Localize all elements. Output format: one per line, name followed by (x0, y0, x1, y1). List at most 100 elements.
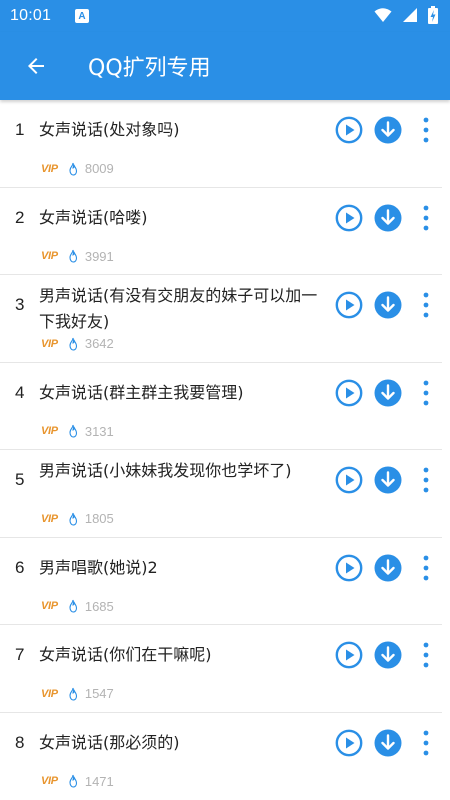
vip-badge: VIP (41, 775, 58, 787)
vip-badge: VIP (41, 337, 58, 350)
more-options-button[interactable] (418, 553, 434, 583)
item-title: 男声唱歌(她说)2 (39, 557, 158, 577)
more-vert-icon (423, 467, 429, 493)
more-options-button[interactable] (418, 728, 434, 758)
play-count: 3991 (84, 248, 114, 264)
audio-list: 1 女声说话(处对象吗) VIP 8009 2 女声说话(哈喽) VIP 399… (0, 100, 450, 800)
flame-icon (69, 512, 77, 526)
play-button[interactable] (335, 466, 363, 494)
play-count: 1471 (84, 773, 114, 789)
item-meta: VIP 3642 (41, 336, 114, 351)
list-item[interactable]: 2 女声说话(哈喽) VIP 3991 (0, 188, 442, 275)
page-title: QQ扩列专用 (88, 56, 211, 81)
more-vert-icon (423, 642, 429, 668)
flame-icon (69, 162, 77, 176)
item-meta: VIP 1547 (41, 686, 114, 701)
item-index: 5 (15, 470, 25, 489)
vip-badge: VIP (41, 162, 58, 175)
item-title: 女声说话(你们在干嘛呢) (39, 645, 212, 664)
play-button[interactable] (335, 291, 363, 319)
more-options-button[interactable] (418, 465, 434, 495)
download-button[interactable] (374, 466, 402, 494)
item-index: 6 (15, 557, 25, 577)
item-actions (335, 378, 442, 408)
item-index: 3 (15, 295, 25, 314)
play-count: 8009 (84, 161, 114, 176)
item-title: 女声说话(处对象吗) (39, 120, 180, 139)
play-count: 3642 (84, 336, 114, 351)
play-button[interactable] (335, 641, 363, 669)
flame-icon (69, 337, 77, 351)
list-item[interactable]: 4 女声说话(群主群主我要管理) VIP 3131 (0, 363, 442, 450)
item-index: 1 (15, 120, 25, 139)
item-meta: VIP 1805 (41, 511, 114, 526)
status-bar: 10:01 A (0, 0, 450, 32)
more-options-button[interactable] (418, 378, 434, 408)
flame-icon (69, 774, 77, 788)
item-meta: VIP 1471 (41, 774, 114, 789)
flame-icon (69, 249, 77, 263)
item-actions (335, 728, 442, 758)
back-button[interactable] (8, 38, 64, 94)
vip-badge: VIP (41, 512, 58, 525)
download-button[interactable] (374, 379, 402, 407)
play-button[interactable] (335, 116, 363, 144)
download-button[interactable] (374, 641, 402, 669)
item-title: 女声说话(群主群主我要管理) (39, 382, 244, 402)
item-actions (335, 553, 442, 583)
list-item[interactable]: 1 女声说话(处对象吗) VIP 8009 (0, 100, 442, 188)
download-button[interactable] (374, 291, 402, 319)
item-title: 女声说话(那必须的) (39, 732, 180, 752)
download-button[interactable] (374, 729, 402, 757)
download-button[interactable] (374, 204, 402, 232)
notification-icon: A (75, 9, 90, 23)
more-options-button[interactable] (418, 115, 434, 145)
vip-badge: VIP (41, 687, 58, 700)
item-actions (335, 640, 442, 670)
item-meta: VIP 3991 (41, 249, 114, 264)
download-button[interactable] (374, 116, 402, 144)
more-vert-icon (423, 730, 429, 755)
play-count: 1805 (84, 511, 114, 526)
list-item[interactable]: 5 男声说话(小妹妹我发现你也学坏了) VIP 1805 (0, 450, 442, 538)
item-title: 女声说话(哈喽) (39, 207, 148, 227)
more-vert-icon (423, 117, 429, 143)
status-time: 10:01 (10, 7, 52, 24)
more-vert-icon (423, 205, 429, 230)
list-item[interactable]: 8 女声说话(那必须的) VIP 1471 (0, 713, 442, 800)
vip-badge: VIP (41, 425, 58, 437)
play-count: 1547 (84, 686, 114, 701)
signal-icon (403, 8, 417, 22)
item-meta: VIP 8009 (41, 161, 114, 176)
item-actions (335, 290, 442, 320)
item-index: 7 (15, 645, 25, 664)
app-bar: QQ扩列专用 (0, 32, 450, 100)
play-button[interactable] (335, 379, 363, 407)
battery-charging-icon (428, 6, 438, 24)
play-count: 1685 (84, 598, 114, 614)
play-button[interactable] (335, 554, 363, 582)
arrow-left-icon (28, 58, 44, 74)
list-item[interactable]: 6 男声唱歌(她说)2 VIP 1685 (0, 538, 442, 625)
more-vert-icon (423, 380, 429, 405)
play-button[interactable] (335, 204, 363, 232)
list-item[interactable]: 7 女声说话(你们在干嘛呢) VIP 1547 (0, 625, 442, 713)
more-vert-icon (423, 292, 429, 318)
more-options-button[interactable] (418, 290, 434, 320)
more-options-button[interactable] (418, 640, 434, 670)
flame-icon (69, 687, 77, 701)
play-button[interactable] (335, 729, 363, 757)
more-options-button[interactable] (418, 203, 434, 233)
download-button[interactable] (374, 554, 402, 582)
vip-badge: VIP (41, 600, 58, 612)
flame-icon (69, 424, 77, 438)
item-actions (335, 203, 442, 233)
flame-icon (69, 599, 77, 613)
app-screen: 10:01 A QQ扩列专用 1 女声说话(处对象吗) VIP 8009 2 女… (0, 0, 450, 800)
item-index: 4 (15, 382, 25, 402)
list-item[interactable]: 3 男声说话(有没有交朋友的妹子可以加一下我好友) VIP 3642 (0, 275, 442, 363)
item-meta: VIP 1685 (41, 599, 114, 614)
item-index: 8 (15, 732, 25, 752)
item-index: 2 (15, 207, 25, 227)
play-count: 3131 (84, 423, 114, 439)
